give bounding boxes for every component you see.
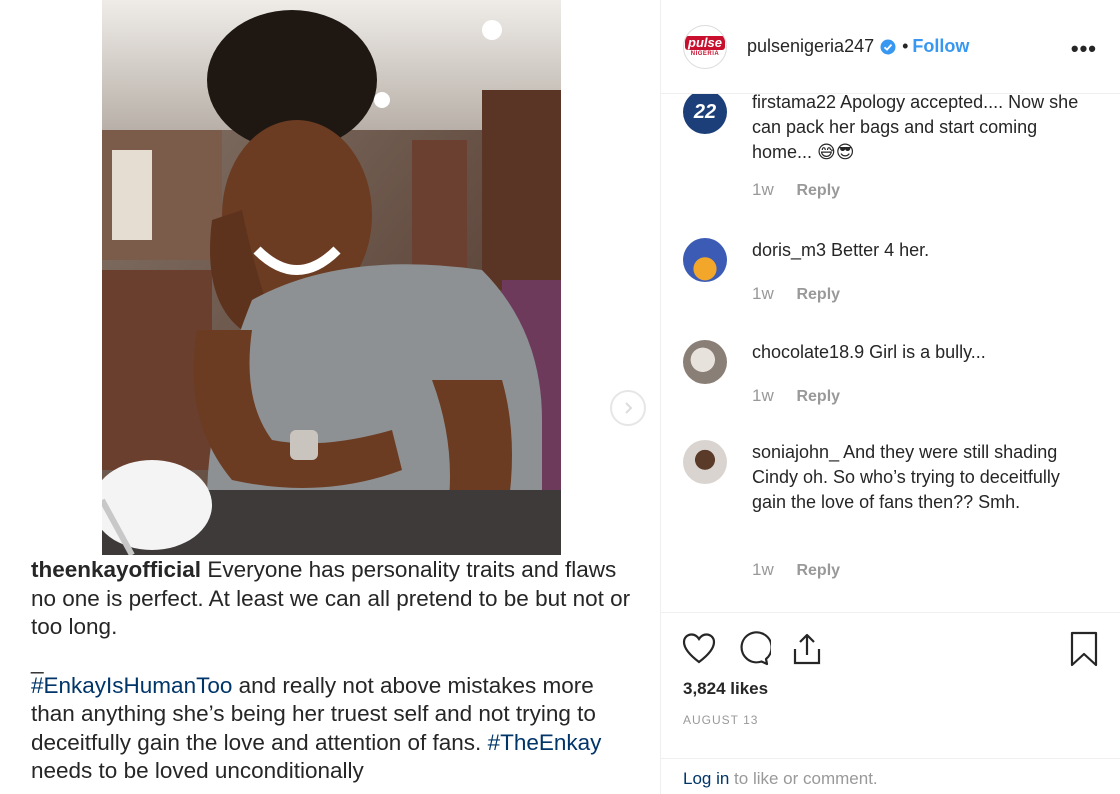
action-icons [681,631,825,667]
caption-username[interactable]: theenkayofficial [31,557,201,582]
comment-text: Girl is a bully... [869,342,986,362]
comment-username[interactable]: firstama22 [752,94,836,112]
post-header: pulse NIGERIA pulsenigeria247 • Follow •… [661,0,1120,94]
login-prompt: Log in to like or comment. [661,758,1120,794]
comment-username[interactable]: doris_m3 [752,240,826,260]
comment-meta: 1w Reply [752,180,840,200]
comment-body: chocolate18.9 Girl is a bully... [752,340,1092,365]
reply-button[interactable]: Reply [796,562,840,579]
header-username[interactable]: pulsenigeria247 [747,36,874,57]
more-options-button[interactable]: ••• [1071,36,1097,62]
comment-body: doris_m3 Better 4 her. [752,238,1092,263]
comment-age: 1w [752,180,774,199]
reply-button[interactable]: Reply [796,286,840,303]
comment-avatar[interactable] [683,340,727,384]
comment-username[interactable]: soniajohn_ [752,442,839,462]
comment-body: soniajohn_ And they were still shading C… [752,440,1092,515]
comment-avatar[interactable] [683,440,727,484]
profile-avatar[interactable]: pulse NIGERIA [683,24,727,69]
comment-username[interactable]: chocolate18.9 [752,342,864,362]
next-image-button[interactable] [610,390,646,426]
caption-hashtag-the-enkay[interactable]: #TheEnkay [488,730,602,755]
comments-panel: pulse NIGERIA pulsenigeria247 • Follow •… [660,0,1120,794]
comment-meta: 1w Reply [752,386,840,406]
comments-list[interactable]: 22 firstama22 Apology accepted.... Now s… [661,94,1120,612]
verified-badge-icon [880,39,896,54]
comment-age: 1w [752,560,774,579]
post-date: AUGUST 13 [683,713,759,727]
comment-age: 1w [752,386,774,405]
comment-meta: 1w Reply [752,560,840,580]
comment-avatar[interactable] [683,238,727,282]
like-heart-icon[interactable] [681,631,717,667]
logo-text: pulse [685,35,725,50]
post-media-column: theenkayofficial Everyone has personalit… [0,0,660,794]
share-upload-icon[interactable] [789,631,825,667]
login-link[interactable]: Log in [683,769,729,788]
bookmark-icon[interactable] [1069,631,1099,667]
reply-button[interactable]: Reply [796,182,840,199]
logo-subtext: NIGERIA [690,50,720,57]
caption-text-3: needs to be loved unconditionally [31,758,364,783]
header-separator: • [902,36,909,56]
chevron-right-icon [625,402,633,414]
login-text: to like or comment. [729,769,878,788]
avatar-text: 22 [693,100,717,123]
post-photo[interactable] [102,0,561,555]
photo-illustration [102,0,561,555]
comment-meta: 1w Reply [752,284,840,304]
comment-bubble-icon[interactable] [735,631,771,667]
reply-button[interactable]: Reply [796,388,840,405]
follow-button[interactable]: Follow [912,36,969,57]
caption-dash: _ [31,648,44,674]
comment-text: Better 4 her. [831,240,930,260]
comment-age: 1w [752,284,774,303]
post-actions: 3,824 likes AUGUST 13 [661,612,1120,758]
caption-hashtag-enkay-is-human-too[interactable]: #EnkayIsHumanToo [31,673,232,698]
comment-avatar[interactable]: 22 [683,94,727,134]
post-caption: theenkayofficial Everyone has personalit… [31,556,641,786]
comment-body: firstama22 Apology accepted.... Now she … [752,94,1092,165]
like-count[interactable]: 3,824 likes [683,679,768,699]
